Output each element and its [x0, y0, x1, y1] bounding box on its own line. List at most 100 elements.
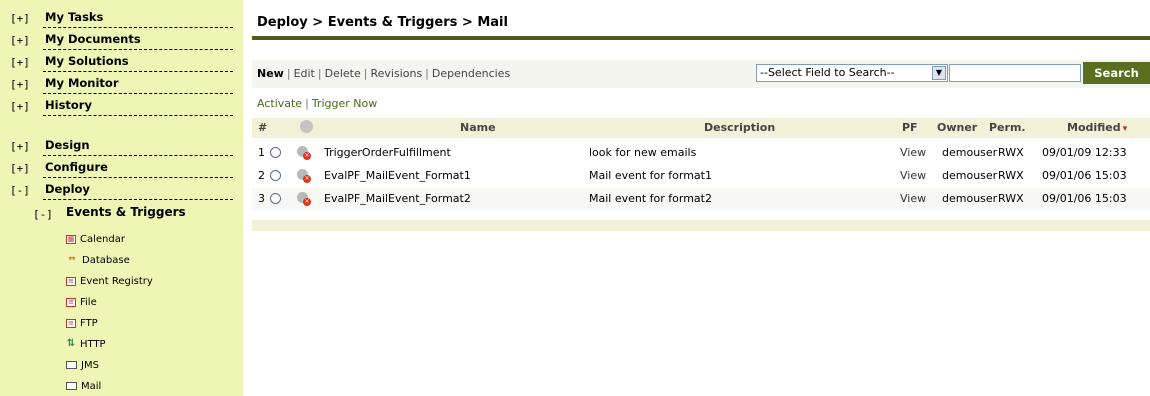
trigger-name-link[interactable]: EvalPF_MailEvent_Format1 [324, 169, 471, 182]
table-row[interactable]: 1 ✕ TriggerOrderFulfillment look for new… [252, 142, 1150, 164]
delete-button[interactable]: Delete [325, 67, 361, 80]
chevron-down-icon[interactable]: ▼ [932, 66, 946, 80]
column-header-perm[interactable]: Perm. [989, 121, 1026, 134]
sidebar-item-http[interactable]: ⇅ HTTP [66, 335, 106, 353]
edit-button[interactable]: Edit [294, 67, 315, 80]
revisions-button[interactable]: Revisions [370, 67, 422, 80]
trigger-now-link[interactable]: Trigger Now [312, 97, 377, 110]
expand-toggle[interactable]: [+] [10, 140, 30, 153]
new-button[interactable]: New [257, 67, 284, 80]
sidebar-item-my-monitor[interactable]: [+] My Monitor [0, 74, 243, 96]
sidebar-item-mail[interactable]: Mail [66, 377, 101, 395]
sidebar-item-label[interactable]: Configure [45, 160, 108, 174]
row-owner: demouser [942, 169, 998, 182]
trigger-stopped-icon: ✕ [297, 169, 311, 183]
expand-toggle[interactable]: [+] [10, 162, 30, 175]
activate-link[interactable]: Activate [257, 97, 302, 110]
column-header-pf[interactable]: PF [902, 121, 918, 134]
collapse-toggle[interactable]: [-] [33, 208, 53, 221]
divider [43, 155, 233, 156]
column-header-number: # [258, 121, 268, 134]
table-row[interactable]: 2 ✕ EvalPF_MailEvent_Format1 Mail event … [252, 165, 1150, 187]
sidebar: [+] My Tasks [+] My Documents [+] My Sol… [0, 0, 243, 396]
expand-toggle[interactable]: [+] [10, 56, 30, 69]
sidebar-item-database[interactable]: ⇔ Database [66, 251, 130, 269]
sidebar-item-design[interactable]: [+] Design [0, 136, 243, 158]
row-perm: RWX [998, 146, 1024, 159]
toolbar: New | Edit | Delete | Revisions | Dependencies -… [252, 60, 1150, 88]
divider [43, 27, 233, 28]
pf-view-link[interactable]: View [900, 192, 926, 205]
sidebar-item-event-registry[interactable]: ≡ Event Registry [66, 272, 153, 290]
expand-toggle[interactable]: [+] [10, 12, 30, 25]
column-header-description[interactable]: Description [704, 121, 775, 134]
sidebar-item-my-documents[interactable]: [+] My Documents [0, 30, 243, 52]
sidebar-item-my-solutions[interactable]: [+] My Solutions [0, 52, 243, 74]
collapse-toggle[interactable]: [-] [10, 184, 30, 197]
sidebar-item-file[interactable]: ≡ File [66, 293, 97, 311]
trigger-name-link[interactable]: EvalPF_MailEvent_Format2 [324, 192, 471, 205]
row-number: 3 [258, 192, 265, 205]
row-select-radio[interactable] [270, 170, 281, 181]
row-number: 1 [258, 146, 265, 159]
sidebar-item-label[interactable]: My Solutions [45, 54, 129, 68]
sidebar-item-label: Mail [81, 380, 102, 392]
sort-desc-icon: ▾ [1122, 124, 1128, 134]
sidebar-item-label[interactable]: Design [45, 138, 90, 152]
row-modified: 09/01/06 15:03 [1042, 169, 1127, 182]
divider [43, 49, 233, 50]
sidebar-item-ftp[interactable]: ≡ FTP [66, 314, 98, 332]
sidebar-item-label[interactable]: My Tasks [45, 10, 103, 24]
sub-actions: Activate | Trigger Now [257, 97, 377, 110]
expand-toggle[interactable]: [+] [10, 78, 30, 91]
sidebar-item-events-triggers[interactable]: Events & Triggers [66, 205, 186, 219]
search-input[interactable] [949, 64, 1081, 82]
pf-view-link[interactable]: View [900, 169, 926, 182]
expand-toggle[interactable]: [+] [10, 34, 30, 47]
sidebar-item-label: HTTP [80, 338, 106, 350]
column-header-modified[interactable]: Modified ▾ [1067, 121, 1127, 134]
sidebar-item-label[interactable]: My Documents [45, 32, 141, 46]
sidebar-item-label[interactable]: History [45, 98, 92, 112]
column-header-modified-label: Modified [1067, 121, 1121, 134]
pf-view-link[interactable]: View [900, 146, 926, 159]
separator: | [425, 67, 429, 80]
row-select-radio[interactable] [270, 147, 281, 158]
separator: | [363, 67, 368, 80]
expand-toggle[interactable]: [+] [10, 100, 30, 113]
sidebar-item-history[interactable]: [+] History [0, 96, 243, 118]
row-select-radio[interactable] [270, 193, 281, 204]
sidebar-item-label: Calendar [80, 233, 125, 245]
sidebar-item-label[interactable]: My Monitor [45, 76, 119, 90]
envelope-icon [66, 382, 77, 390]
search-button[interactable]: Search [1083, 62, 1150, 84]
search-field-select[interactable]: --Select Field to Search-- ▼ [756, 64, 948, 82]
sidebar-item-jms[interactable]: JMS [66, 356, 99, 374]
row-perm: RWX [998, 169, 1024, 182]
column-header-name[interactable]: Name [460, 121, 496, 134]
row-owner: demouser [942, 192, 998, 205]
trigger-name-link[interactable]: TriggerOrderFulfillment [324, 146, 451, 159]
sidebar-item-calendar[interactable]: ▦ Calendar [66, 230, 125, 248]
row-description: look for new emails [589, 146, 697, 159]
sidebar-item-label[interactable]: Deploy [45, 182, 90, 196]
envelope-icon [66, 361, 77, 369]
sidebar-item-my-tasks[interactable]: [+] My Tasks [0, 8, 243, 30]
sidebar-item-configure[interactable]: [+] Configure [0, 158, 243, 180]
sidebar-item-label: Database [82, 254, 130, 266]
row-description: Mail event for format2 [589, 192, 712, 205]
divider [43, 177, 233, 178]
table-row[interactable]: 3 ✕ EvalPF_MailEvent_Format2 Mail event … [252, 188, 1150, 210]
column-header-owner[interactable]: Owner [937, 121, 977, 134]
trigger-stopped-icon: ✕ [297, 146, 311, 160]
sidebar-item-deploy[interactable]: [-] Deploy [0, 180, 243, 202]
row-owner: demouser [942, 146, 998, 159]
dependencies-button[interactable]: Dependencies [432, 67, 510, 80]
separator: | [305, 97, 309, 110]
sidebar-item-label: Event Registry [80, 275, 153, 287]
separator: | [317, 67, 322, 80]
separator: | [286, 67, 291, 80]
divider [43, 199, 233, 200]
gear-icon [300, 120, 313, 133]
sidebar-item-label: File [80, 296, 97, 308]
